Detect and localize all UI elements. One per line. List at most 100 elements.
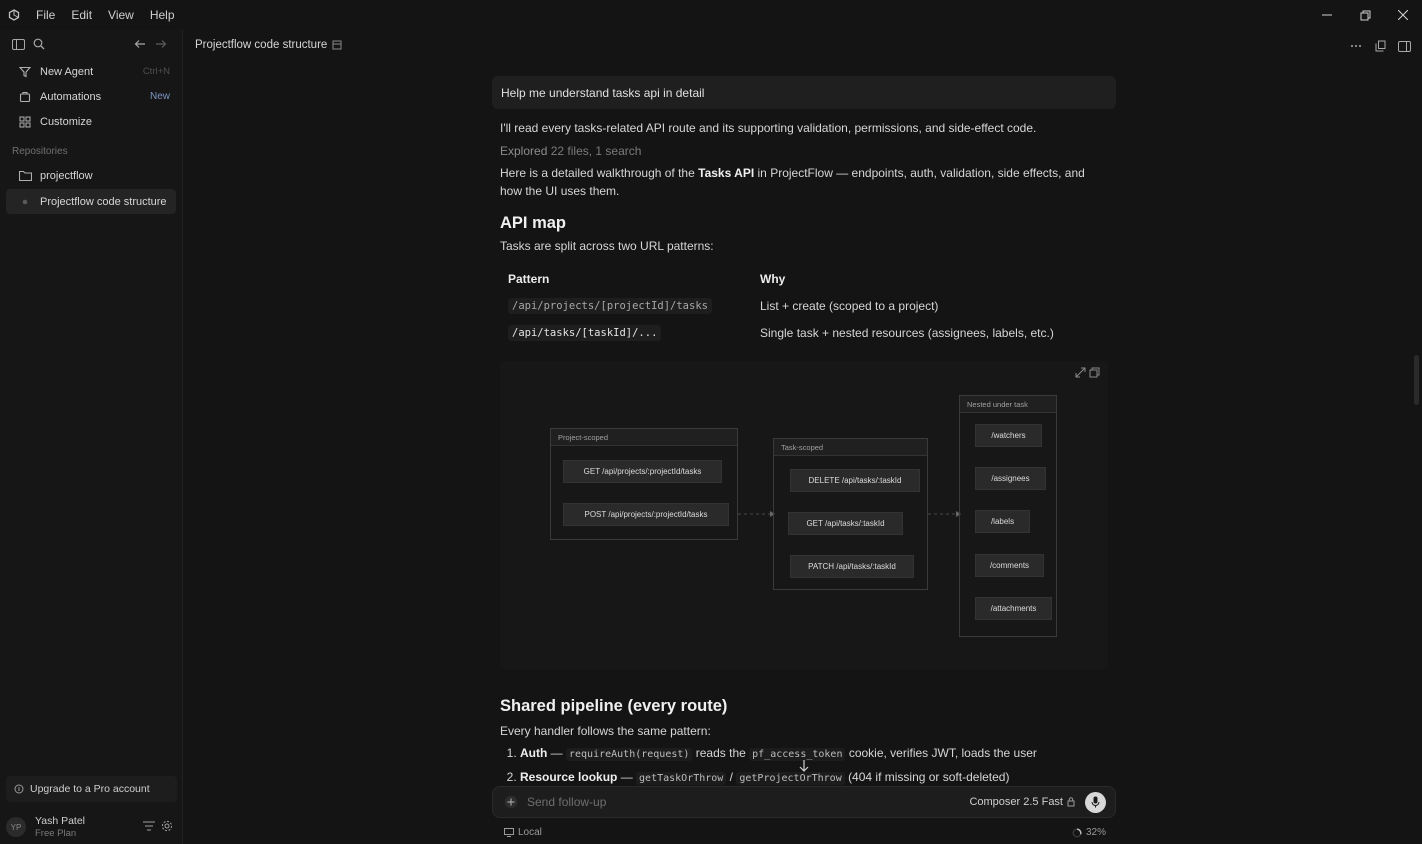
avatar: YP <box>6 817 26 837</box>
diagram-node: GET /api/projects/:projectId/tasks <box>563 460 722 483</box>
explored-detail: 22 files, 1 search <box>550 143 642 158</box>
menu-edit[interactable]: Edit <box>63 0 100 30</box>
toggle-panel-icon[interactable] <box>1395 37 1413 55</box>
sidebar-item-label: Projectflow code structure <box>40 195 167 208</box>
project-scoped-group: Project-scoped GET /api/projects/:projec… <box>550 428 738 540</box>
table-header: Pattern Why <box>500 266 1116 293</box>
pattern-cell: /api/tasks/[taskId]/... <box>508 325 662 341</box>
step-text: / <box>729 769 734 784</box>
step-title: Resource lookup <box>520 769 618 784</box>
folder-icon <box>18 169 32 183</box>
repositories-heading: Repositories <box>12 146 68 157</box>
step-text: cookie, verifies JWT, loads the user <box>848 745 1037 760</box>
search-icon[interactable] <box>30 35 48 53</box>
sidebar-item-label: Automations <box>40 90 102 103</box>
context-usage[interactable]: 32% <box>1072 827 1106 838</box>
walkthrough-a: Here is a detailed walkthrough of the <box>500 166 695 180</box>
step-text: reads the <box>695 745 746 760</box>
header-actions <box>1344 37 1416 55</box>
diagram-node: DELETE /api/tasks/:taskId <box>790 469 920 492</box>
gear-icon[interactable] <box>161 820 173 832</box>
diagram-node: PATCH /api/tasks/:taskId <box>790 555 914 578</box>
sidebar-toolbar <box>0 30 182 58</box>
model-lock-icon <box>1067 797 1075 807</box>
context-percent: 32% <box>1086 827 1107 838</box>
page-title-text: Projectflow code structure <box>195 39 328 51</box>
upgrade-label: Upgrade to a Pro account <box>30 783 150 795</box>
diagram-node: /labels <box>975 510 1030 533</box>
group-title: Project-scoped <box>551 429 737 446</box>
upgrade-icon <box>14 784 24 794</box>
list-item: Auth — requireAuth(request) reads the pf… <box>520 742 1116 766</box>
sidebar-item-automations[interactable]: Automations New <box>6 84 176 109</box>
diagram-node: /assignees <box>975 467 1046 490</box>
scroll-down-arrow-icon[interactable] <box>797 758 811 774</box>
step-title: Auth <box>520 745 548 760</box>
walkthrough-text: Here is a detailed walkthrough of the Ta… <box>492 165 1108 200</box>
title-bar: File Edit View Help <box>0 0 1422 30</box>
task-scoped-group: Task-scoped DELETE /api/tasks/:taskId GE… <box>773 438 928 590</box>
add-attachment-icon[interactable] <box>501 792 521 812</box>
window-controls <box>1308 0 1422 30</box>
col-why: Why <box>760 272 786 286</box>
monitor-icon <box>504 828 514 837</box>
pattern-cell: /api/projects/[projectId]/tasks <box>508 298 712 314</box>
more-options-icon[interactable] <box>1347 37 1365 55</box>
user-plan: Free Plan <box>35 827 77 839</box>
api-map-heading: API map <box>500 214 567 232</box>
context-ring-icon <box>1072 828 1082 838</box>
open-editor-icon[interactable] <box>1371 37 1389 55</box>
user-name: Yash Patel <box>35 814 86 827</box>
minimize-button[interactable] <box>1308 0 1346 30</box>
new-badge: New <box>149 91 170 102</box>
diagram-node: /watchers <box>975 424 1042 447</box>
menu-help[interactable]: Help <box>142 0 183 30</box>
pipeline-subtext: Every handler follows the same pattern: <box>500 724 711 738</box>
shortcut-hint: Ctrl+N <box>142 66 170 77</box>
sidebar-item-chat[interactable]: Projectflow code structure <box>6 189 176 214</box>
api-table: Pattern Why /api/projects/[projectId]/ta… <box>500 266 1116 347</box>
environment-selector[interactable]: Local <box>504 827 542 838</box>
chat-dot-icon <box>18 195 32 209</box>
upgrade-button[interactable]: Upgrade to a Pro account <box>6 776 177 802</box>
filter-icon[interactable] <box>143 821 155 831</box>
why-cell: List + create (scoped to a project) <box>760 299 939 313</box>
sidebar-item-customize[interactable]: Customize <box>6 109 176 134</box>
automations-icon <box>18 90 32 104</box>
user-profile[interactable]: YP Yash Patel Free Plan <box>6 812 177 842</box>
restore-button[interactable] <box>1346 0 1384 30</box>
table-row: /api/tasks/[taskId]/... Single task + ne… <box>500 320 1116 347</box>
sidebar-item-new-agent[interactable]: New Agent Ctrl+N <box>6 59 176 84</box>
pipeline-section: Shared pipeline (every route) Every hand… <box>492 697 1116 790</box>
explored-summary[interactable]: Explored 22 files, 1 search <box>492 143 1108 161</box>
composer: Composer 2.5 Fast <box>492 786 1116 818</box>
group-title: Nested under task <box>960 396 1056 413</box>
close-window-button[interactable] <box>1384 0 1422 30</box>
diagram-node: GET /api/tasks/:taskId <box>788 512 903 535</box>
back-arrow-icon[interactable] <box>131 35 149 53</box>
follow-up-input[interactable] <box>527 795 947 809</box>
table-row: /api/projects/[projectId]/tasks List + c… <box>500 293 1116 320</box>
archive-icon[interactable] <box>332 40 342 50</box>
sidebar-item-label: New Agent <box>40 65 94 78</box>
sidebar-item-label: Customize <box>40 115 92 128</box>
menu-file[interactable]: File <box>28 0 63 30</box>
sidebar-item-label: projectflow <box>40 169 93 182</box>
scrollbar-thumb[interactable] <box>1414 355 1419 405</box>
microphone-button[interactable] <box>1085 791 1106 813</box>
forward-arrow-icon[interactable] <box>152 35 170 53</box>
conversation: Help me understand tasks api in detail I… <box>492 76 1116 347</box>
main-header: Projectflow code structure <box>184 30 1422 60</box>
user-prompt[interactable]: Help me understand tasks api in detail <box>492 76 1116 109</box>
model-selector[interactable]: Composer 2.5 Fast <box>969 796 1075 808</box>
col-pattern: Pattern <box>508 272 550 286</box>
customize-icon <box>18 115 32 129</box>
api-map-subtext: Tasks are split across two URL patterns: <box>500 239 714 253</box>
diagram-node: /attachments <box>975 597 1052 620</box>
pipeline-heading: Shared pipeline (every route) <box>500 697 728 715</box>
menu-view[interactable]: View <box>100 0 142 30</box>
intro-text: I'll read every tasks-related API route … <box>500 121 1037 135</box>
sidebar-item-repo[interactable]: projectflow <box>6 163 176 188</box>
environment-label: Local <box>518 827 542 838</box>
toggle-sidebar-icon[interactable] <box>9 35 27 53</box>
